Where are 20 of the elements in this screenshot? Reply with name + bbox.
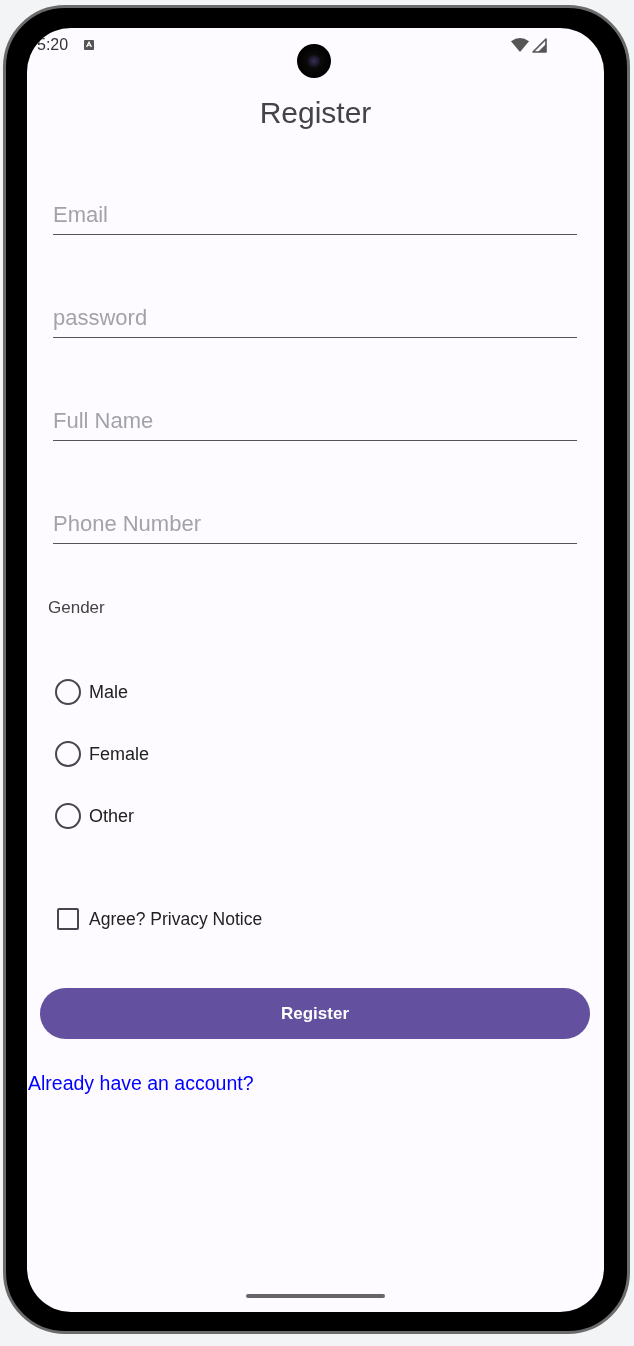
radio-circle-icon[interactable]: [55, 679, 81, 705]
checkbox-icon[interactable]: [57, 908, 79, 930]
screen-title: Register: [258, 95, 373, 131]
input-field[interactable]: password: [53, 298, 577, 338]
camera-cutout: [297, 44, 331, 78]
radio-circle-icon[interactable]: [55, 803, 81, 829]
wifi-icon: [511, 38, 529, 52]
signal-icon: [532, 37, 547, 53]
input-field[interactable]: Phone Number: [53, 504, 577, 544]
register-button[interactable]: Register: [40, 988, 590, 1039]
radio-option[interactable]: Female: [55, 734, 150, 774]
input-field[interactable]: Full Name: [53, 401, 577, 441]
privacy-checkbox[interactable]: Agree? Privacy Notice: [57, 899, 263, 939]
radio-option[interactable]: Male: [55, 672, 128, 712]
login-link[interactable]: Already have an account?: [28, 1071, 254, 1095]
radio-option[interactable]: Other: [55, 796, 135, 836]
radio-circle-icon[interactable]: [55, 741, 81, 767]
input-field[interactable]: Email: [53, 195, 577, 235]
gender-label: Gender: [48, 598, 105, 618]
notification-icon: [84, 40, 95, 50]
